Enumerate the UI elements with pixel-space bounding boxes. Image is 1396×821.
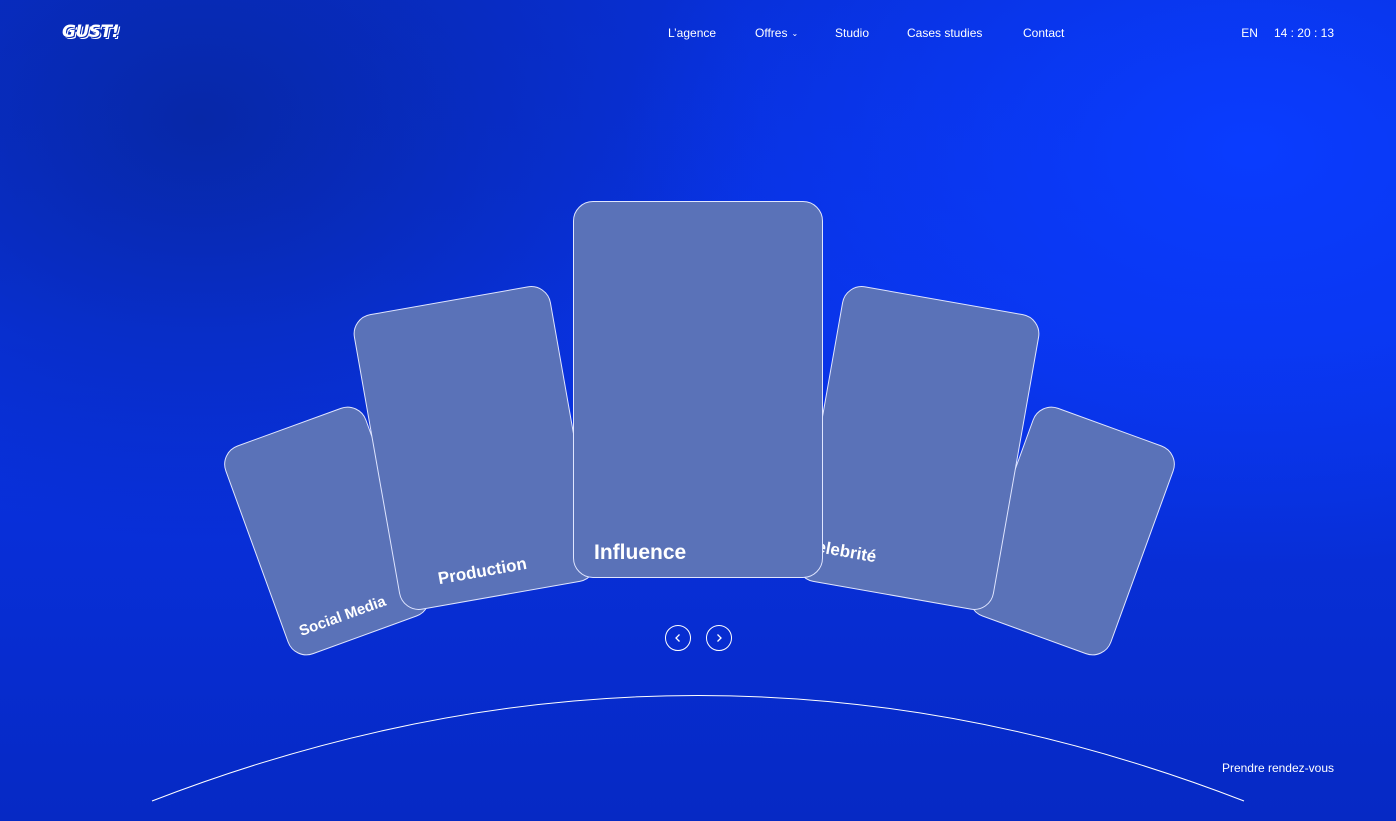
decorative-arc [151, 695, 1245, 802]
book-appointment-link[interactable]: Prendre rendez-vous [1222, 761, 1334, 775]
